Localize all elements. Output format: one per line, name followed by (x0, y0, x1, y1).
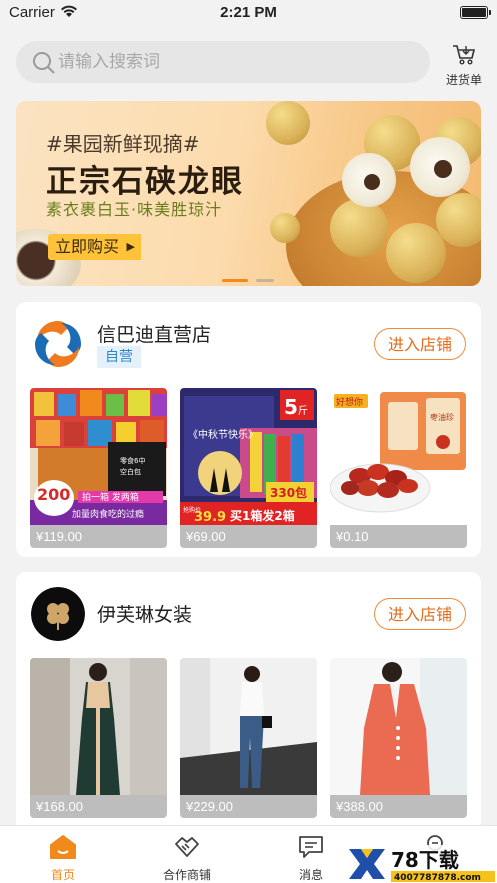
product-price: ¥69.00 (180, 525, 317, 548)
longan-fruit (270, 213, 300, 243)
clock: 2:21 PM (220, 4, 277, 21)
play-arrow-icon: ▶ (126, 240, 136, 253)
svg-text:空白包: 空白包 (120, 467, 141, 476)
product-card[interactable]: ¥388.00 (330, 658, 467, 818)
shop-name[interactable]: 伊芙琳女装 (97, 600, 192, 627)
product-price: ¥168.00 (30, 795, 167, 818)
svg-text:买1箱发2箱: 买1箱发2箱 (230, 508, 295, 523)
status-bar: Carrier 2:21 PM (0, 0, 497, 26)
svg-text:加量肉食吃的过瘾: 加量肉食吃的过瘾 (72, 508, 144, 520)
svg-text:39.9: 39.9 (194, 510, 226, 525)
longan-fruit (386, 223, 446, 283)
product-card[interactable]: ¥168.00 (30, 658, 167, 818)
product-card[interactable]: 零食6中 空白包 200 包 拍一箱 发两箱 加量肉食吃的过瘾 ¥119.00 (30, 388, 167, 548)
self-operated-badge: 自营 (97, 346, 141, 368)
svg-text:零食6中: 零食6中 (120, 456, 145, 465)
product-image: 零食6中 空白包 200 包 拍一箱 发两箱 加量肉食吃的过瘾 (30, 388, 167, 525)
tab-home[interactable]: 首页 (13, 826, 113, 883)
peeled-longan (342, 153, 396, 207)
banner-subline: 素衣裹白玉·味美胜琼汁 (46, 200, 223, 219)
purchase-list-label: 进货单 (445, 73, 482, 87)
tab-label: 合作商铺 (162, 868, 211, 882)
enter-shop-button[interactable]: 进入店铺 (374, 328, 466, 360)
shop-logo[interactable] (31, 317, 85, 371)
product-card[interactable]: ¥229.00 (180, 658, 317, 818)
tab-partner-shops[interactable]: 合作商铺 (137, 826, 237, 883)
home-icon (50, 835, 76, 859)
shop-logo[interactable] (31, 587, 85, 641)
svg-text:包: 包 (48, 505, 57, 517)
banner-headline: 正宗石硖龙眼 (46, 164, 244, 200)
pagination-dot[interactable] (256, 279, 274, 282)
watermark-url: 4007787878.com (394, 873, 481, 883)
product-price: ¥229.00 (180, 795, 317, 818)
cart-icon (453, 45, 476, 65)
buy-now-button[interactable]: 立即购买 ▶ (48, 234, 142, 260)
search-row: 进货单 (16, 41, 482, 87)
purchase-list-button[interactable]: 进货单 (440, 43, 488, 88)
shop-card: 伊芙琳女装 进入店铺 ¥168.00 ¥229.00 ¥388.00 (16, 572, 481, 832)
svg-text:斤: 斤 (298, 405, 308, 417)
product-price: ¥0.10 (330, 525, 467, 548)
search-box[interactable] (16, 41, 430, 83)
site-watermark: 78下载 4007787878.com (345, 845, 497, 883)
longan-fruit (330, 199, 388, 257)
buy-now-label: 立即购买 (55, 237, 120, 256)
longan-fruit (436, 193, 481, 247)
pagination-dot-active[interactable] (222, 279, 248, 282)
product-list: ¥168.00 ¥229.00 ¥388.00 (30, 658, 467, 818)
tab-label: 首页 (50, 868, 75, 882)
svg-text:《中秋节快乐》: 《中秋节快乐》 (188, 428, 258, 441)
longan-fruit (266, 101, 310, 145)
svg-text:好想你: 好想你 (336, 396, 363, 408)
product-image (30, 658, 167, 795)
banner-hashtag: #果园新鲜现摘# (46, 132, 200, 156)
svg-text:拍一箱 发两箱: 拍一箱 发两箱 (82, 491, 139, 503)
watermark-title: 78下载 (391, 848, 459, 872)
svg-text:5: 5 (284, 395, 298, 419)
enter-shop-button[interactable]: 进入店铺 (374, 598, 466, 630)
battery-icon (460, 6, 491, 19)
svg-text:200: 200 (37, 485, 70, 504)
product-image: 好想你 枣油珍 (330, 388, 467, 525)
search-input[interactable] (58, 47, 408, 77)
product-list: 零食6中 空白包 200 包 拍一箱 发两箱 加量肉食吃的过瘾 ¥119.00 … (30, 388, 467, 548)
product-image: 《中秋节快乐》 5 斤 330包 抢购价 39.9 买1箱发2箱 (180, 388, 317, 525)
svg-text:枣油珍: 枣油珍 (430, 412, 454, 422)
banner-pagination (222, 270, 274, 286)
search-icon (33, 52, 55, 74)
product-card[interactable]: 好想你 枣油珍 ¥0.10 (330, 388, 467, 548)
shop-card: 信巴迪直营店 自营 进入店铺 零食6中 空白包 200 包 拍一箱 发两箱 加量… (16, 302, 481, 557)
svg-text:330包: 330包 (270, 485, 307, 500)
handshake-icon (175, 837, 199, 857)
product-image (180, 658, 317, 795)
promo-banner[interactable]: #果园新鲜现摘# 正宗石硖龙眼 素衣裹白玉·味美胜琼汁 立即购买 ▶ (16, 101, 481, 286)
product-price: ¥388.00 (330, 795, 467, 818)
shop-name[interactable]: 信巴迪直营店 (97, 320, 211, 347)
product-price: ¥119.00 (30, 525, 167, 548)
message-icon (299, 836, 323, 858)
product-image (330, 658, 467, 795)
product-card[interactable]: 《中秋节快乐》 5 斤 330包 抢购价 39.9 买1箱发2箱 ¥69.00 (180, 388, 317, 548)
peeled-longan (410, 137, 470, 197)
